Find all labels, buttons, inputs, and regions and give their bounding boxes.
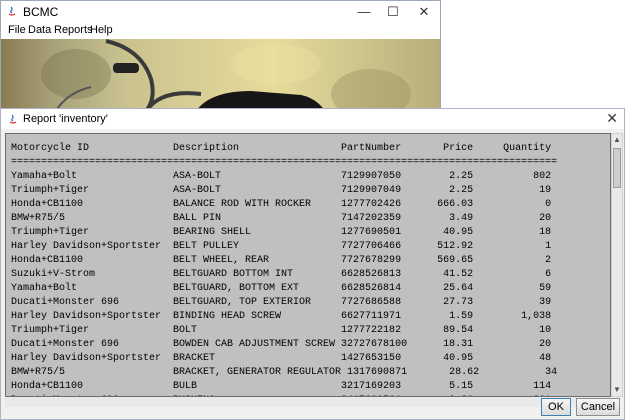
menu-bar: File Data Reports Help [1, 23, 440, 39]
scrollbar-thumb[interactable] [613, 148, 621, 188]
ok-button[interactable]: OK [541, 398, 571, 416]
horizontal-scrollbar[interactable] [5, 397, 611, 407]
menu-file[interactable]: File [8, 24, 26, 36]
menu-help[interactable]: Help [90, 24, 113, 36]
close-button[interactable]: ✕ [409, 1, 439, 23]
java-app-icon [6, 5, 18, 17]
menu-reports[interactable]: Reports [54, 24, 93, 36]
report-dialog: Report 'inventory' ✕ Motorcycle ID Descr… [0, 108, 625, 420]
cancel-button[interactable]: Cancel [576, 398, 620, 416]
java-app-icon [9, 114, 17, 124]
report-text: Motorcycle ID Description PartNumber Pri… [11, 143, 558, 396]
scroll-up-icon[interactable]: ▲ [612, 134, 622, 146]
scroll-down-icon[interactable]: ▼ [612, 384, 622, 396]
main-window-title: BCMC [23, 5, 59, 19]
vertical-scrollbar[interactable]: ▲ ▼ [611, 133, 623, 397]
dialog-titlebar[interactable]: Report 'inventory' ✕ [1, 109, 624, 129]
dialog-title: Report 'inventory' [23, 113, 108, 125]
report-text-area[interactable]: Motorcycle ID Description PartNumber Pri… [5, 133, 611, 397]
main-window: BCMC — ☐ ✕ File Data Reports Help [0, 0, 441, 121]
maximize-button[interactable]: ☐ [378, 1, 408, 23]
dialog-close-button[interactable]: ✕ [606, 110, 618, 127]
minimize-button[interactable]: — [349, 1, 379, 23]
menu-data[interactable]: Data [28, 24, 51, 36]
main-window-titlebar[interactable]: BCMC — ☐ ✕ [1, 1, 440, 23]
